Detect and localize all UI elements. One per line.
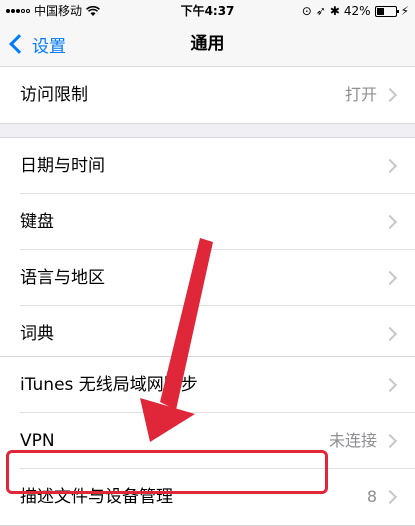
row-date-time[interactable]: 日期与时间 (0, 138, 415, 194)
settings-group-locale: 日期与时间 键盘 语言与地区 词典 (0, 137, 415, 363)
status-right: ⊙ ➶ ✱ 42% ⚡ (302, 0, 409, 22)
row-label: 语言与地区 (20, 268, 105, 288)
row-keyboard[interactable]: 键盘 (0, 194, 415, 250)
bluetooth-icon: ✱ (329, 4, 340, 18)
row-label: 访问限制 (20, 85, 88, 105)
row-detail: 未连接 (328, 431, 377, 450)
status-bar: 中国移动 下午4:37 ⊙ ➶ ✱ 42% ⚡ (0, 0, 415, 22)
chevron-right-icon (382, 489, 398, 505)
settings-group-network: iTunes 无线局域网同步 VPN 未连接 描述文件与设备管理 8 (0, 356, 415, 526)
chevron-right-icon (382, 270, 398, 286)
chevron-right-icon (382, 433, 398, 449)
row-label: 词典 (20, 324, 54, 344)
row-label: iTunes 无线局域网同步 (20, 375, 198, 395)
row-restrictions[interactable]: 访问限制 打开 (0, 67, 415, 123)
chevron-left-icon (9, 34, 29, 54)
back-label: 设置 (32, 36, 66, 57)
chevron-right-icon (382, 326, 398, 342)
highlight-box (6, 450, 328, 494)
chevron-right-icon (382, 214, 398, 230)
chevron-right-icon (382, 158, 398, 174)
row-label: 键盘 (20, 212, 54, 232)
charging-icon: ⚡ (400, 4, 409, 18)
row-dictionary[interactable]: 词典 (0, 306, 415, 362)
row-language-region[interactable]: 语言与地区 (0, 250, 415, 306)
back-button[interactable]: 设置 (8, 22, 66, 66)
row-detail: 打开 (344, 85, 377, 104)
battery-icon (374, 5, 399, 17)
row-detail: 8 (366, 487, 377, 506)
settings-group-restrictions: 访问限制 打开 (0, 66, 415, 124)
row-label: 日期与时间 (20, 156, 105, 176)
orientation-lock-icon: ⊙ (301, 4, 312, 18)
chevron-right-icon (382, 87, 398, 103)
battery-percent: 42% (343, 4, 371, 18)
row-itunes-wifi-sync[interactable]: iTunes 无线局域网同步 (0, 357, 415, 413)
chevron-right-icon (382, 377, 398, 393)
navigation-bar: 设置 通用 (0, 22, 415, 67)
location-icon: ➶ (315, 4, 326, 18)
